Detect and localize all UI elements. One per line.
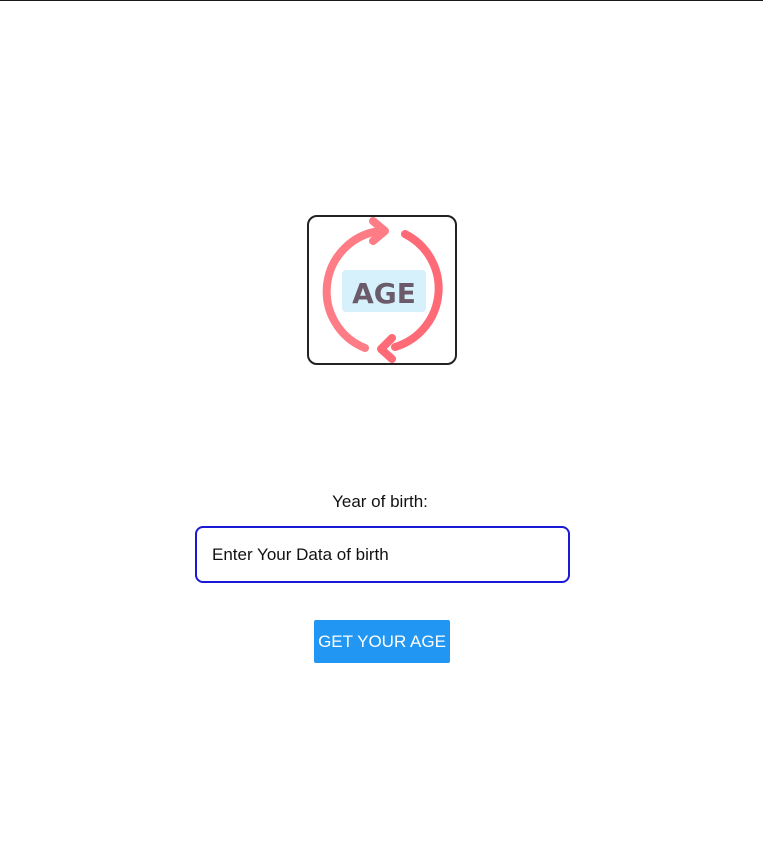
age-cycle-icon: AGE <box>322 217 443 363</box>
age-calculator-page: AGE Year of birth: GET YOUR AGE <box>0 0 763 865</box>
age-badge-text: AGE <box>352 277 416 310</box>
date-of-birth-input[interactable] <box>195 526 570 583</box>
year-of-birth-label: Year of birth: <box>332 492 428 511</box>
get-your-age-button[interactable]: GET YOUR AGE <box>314 620 450 663</box>
age-logo: AGE <box>307 215 457 365</box>
